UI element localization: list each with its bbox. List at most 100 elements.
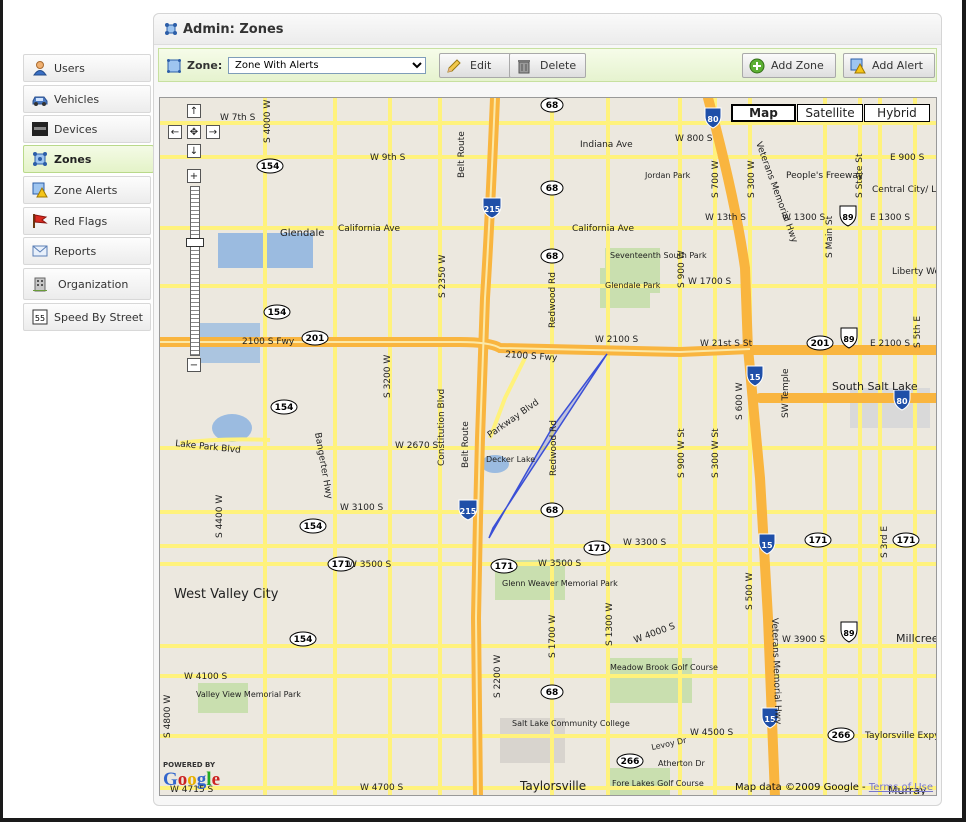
delete-button[interactable]: Delete [509, 53, 586, 78]
map-label: S 2200 W [493, 655, 503, 698]
shield-154: 154 [256, 158, 284, 174]
attribution-text: Map data ©2009 Google - [735, 782, 866, 793]
map-label: Redwood Rd [548, 272, 558, 328]
zone-toolbar: Zone: Zone With Alerts Edit Delete Add Z… [158, 48, 937, 82]
map-type-satellite-button[interactable]: Satellite [797, 104, 863, 122]
sidebar-item-vehicles[interactable]: Vehicles [23, 85, 151, 113]
sidebar-item-red-flags[interactable]: Red Flags [23, 207, 151, 235]
pan-left-button[interactable]: ← [168, 125, 182, 139]
pan-up-button[interactable]: ↑ [187, 104, 201, 118]
svg-text:154: 154 [275, 403, 294, 413]
map-label: Glenn Weaver Memorial Park [502, 579, 618, 588]
page-title: Admin: Zones [183, 21, 284, 37]
edit-button-label: Edit [470, 59, 492, 72]
shield-89: 89 [840, 621, 858, 643]
zoom-out-button[interactable]: − [187, 358, 201, 372]
flag-icon [32, 213, 48, 229]
map-label: W 21st S St [700, 339, 753, 349]
add-alert-button[interactable]: Add Alert [843, 53, 935, 78]
sidebar-item-devices[interactable]: Devices [23, 115, 151, 143]
speed-sign-icon: 55 [32, 309, 48, 325]
svg-text:15: 15 [749, 373, 761, 382]
map-label: W 1700 S [688, 277, 732, 287]
shield-154: 154 [263, 304, 291, 320]
map-label: S 300 W St [711, 428, 721, 478]
pan-right-button[interactable]: → [206, 125, 220, 139]
edit-button[interactable]: Edit [439, 53, 511, 78]
map-label: W 4100 S [184, 672, 228, 682]
zoom-in-button[interactable]: + [187, 169, 201, 183]
map-label: S 1700 W [548, 615, 558, 658]
map-label: E 2100 S [870, 339, 910, 349]
map-label: California Ave [572, 224, 635, 234]
shield-171: 171 [583, 540, 611, 556]
pencil-icon [446, 58, 462, 74]
map-label: S 3rd E [880, 526, 890, 558]
map-label: Constitution Blvd [437, 389, 447, 466]
interstate-shields: 215 215 80 80 15 15 15 89 89 89 [458, 107, 911, 729]
svg-text:171: 171 [588, 544, 607, 554]
map-label: S 900 W St [677, 428, 687, 478]
map-label: Atherton Dr [658, 759, 706, 768]
map-label: Liberty Wells [892, 267, 937, 277]
map-label: S 3200 W [383, 355, 393, 398]
map-label: 2100 S Fwy [242, 337, 295, 347]
add-zone-button[interactable]: Add Zone [742, 53, 836, 78]
sidebar-item-zone-alerts[interactable]: Zone Alerts [23, 176, 151, 204]
panel-header: Admin: Zones [154, 14, 941, 45]
map-label: S State St [855, 153, 865, 198]
svg-text:68: 68 [546, 101, 559, 111]
shield-68: 68 [540, 502, 564, 518]
map-label: W 2670 S [395, 441, 439, 451]
pan-center-button[interactable]: ✥ [187, 125, 201, 139]
svg-text:68: 68 [546, 688, 559, 698]
map-label: W 7th S [220, 113, 256, 123]
svg-text:154: 154 [294, 635, 313, 645]
svg-text:171: 171 [809, 536, 828, 546]
pan-down-button[interactable]: ↓ [187, 144, 201, 158]
svg-text:89: 89 [842, 213, 854, 222]
zone-icon [167, 59, 181, 73]
map-label: Levoy Dr [651, 736, 688, 752]
sidebar-item-speed-by-street[interactable]: 55 Speed By Street [23, 303, 151, 331]
sidebar-item-users[interactable]: Users [23, 54, 151, 82]
svg-text:55: 55 [35, 314, 45, 323]
zone-map[interactable]: 68 68 68 68 68 154 154 154 154 154 201 2… [159, 97, 937, 796]
sidebar-item-label: Users [54, 61, 85, 75]
map-label: S 900 W [677, 250, 687, 288]
sidebar-item-label: Devices [54, 122, 98, 136]
svg-text:89: 89 [843, 335, 855, 344]
map-label: Fore Lakes Golf Course [612, 779, 704, 788]
map-label: S 300 W [747, 160, 757, 198]
terms-of-use-link[interactable]: Terms of Use [869, 782, 933, 793]
map-type-hybrid-button[interactable]: Hybrid [864, 104, 930, 122]
zoom-slider-handle[interactable] [186, 238, 204, 247]
sidebar-item-label: Organization [58, 277, 129, 291]
map-type-map-button[interactable]: Map [731, 104, 796, 122]
map-label: Jordan Park [644, 171, 691, 180]
sidebar-item-label: Zone Alerts [54, 183, 118, 197]
shield-154: 154 [299, 518, 327, 534]
sidebar-item-reports[interactable]: Reports [23, 237, 151, 265]
map-label: Seventeenth South Park [610, 251, 707, 260]
zoom-slider-track[interactable] [190, 186, 200, 356]
map-label: W 3300 S [623, 538, 667, 548]
shield-89: 89 [839, 205, 857, 227]
map-label: Glendale Park [605, 281, 661, 290]
zone-select[interactable]: Zone With Alerts [228, 57, 426, 74]
map-label: W 800 S [675, 134, 713, 144]
map-label: South Salt Lake [832, 380, 918, 393]
map-label: W 1300 S [782, 213, 826, 223]
sidebar-item-organization[interactable]: Organization [23, 268, 151, 300]
svg-text:171: 171 [897, 536, 916, 546]
map-label: E 1300 S [870, 213, 910, 223]
shield-68: 68 [540, 248, 564, 264]
building-icon [32, 276, 48, 292]
shield-68: 68 [540, 684, 564, 700]
map-label: Millcreek [896, 632, 937, 645]
svg-text:201: 201 [306, 334, 325, 344]
map-label: S 500 W [745, 572, 755, 610]
sidebar-item-zones[interactable]: Zones [23, 145, 154, 173]
shield-68: 68 [540, 98, 564, 113]
map-label: S 1300 W [605, 603, 615, 646]
